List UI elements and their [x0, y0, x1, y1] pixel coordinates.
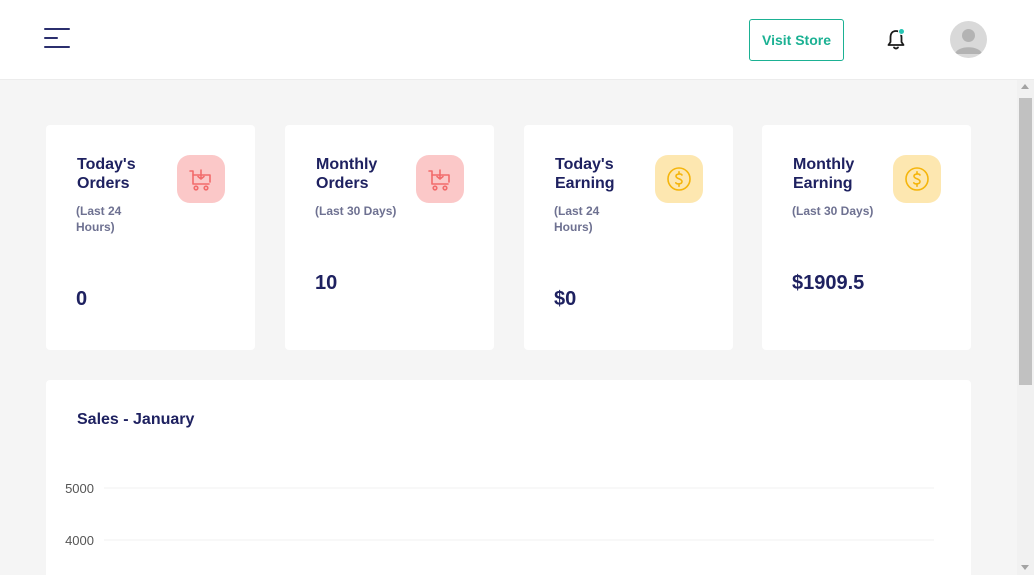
card-subtitle: (Last 30 Days) [315, 204, 397, 218]
card-subtitle: (Last 30 Days) [792, 204, 874, 218]
visit-store-button[interactable]: Visit Store [749, 19, 844, 61]
card-title: Today's Earning [555, 156, 615, 192]
card-subtitle: (Last 24 Hours) [554, 204, 600, 234]
dollar-coin-icon [655, 155, 703, 203]
scroll-up-arrow-icon[interactable] [1021, 84, 1029, 89]
card-title: Today's Orders [77, 156, 136, 192]
top-navbar: Visit Store [0, 0, 1034, 80]
card-value: $1909.5 [792, 272, 865, 294]
bell-icon[interactable] [884, 28, 908, 52]
y-tick-label: 5000 [65, 481, 94, 496]
scroll-down-arrow-icon[interactable] [1021, 565, 1029, 570]
sales-chart-card: Sales - January 5000 4000 [46, 380, 971, 575]
card-subtitle: (Last 24 Hours) [76, 204, 122, 234]
vertical-scrollbar[interactable] [1017, 80, 1034, 575]
card-title: Monthly Earning [793, 156, 855, 192]
stat-card-monthly-earning: Monthly Earning (Last 30 Days) $1909.5 [762, 125, 971, 350]
scrollbar-thumb[interactable] [1019, 98, 1032, 385]
cart-download-icon [177, 155, 225, 203]
card-title: Monthly Orders [316, 156, 378, 192]
stat-card-todays-earning: Today's Earning (Last 24 Hours) $0 [524, 125, 733, 350]
sales-chart: 5000 4000 [65, 481, 934, 548]
notification-dot [898, 28, 905, 35]
dollar-coin-icon [893, 155, 941, 203]
card-value: 10 [315, 272, 338, 294]
stat-card-todays-orders: Today's Orders (Last 24 Hours) 0 [46, 125, 255, 350]
stat-card-monthly-orders: Monthly Orders (Last 30 Days) 10 [285, 125, 494, 350]
user-avatar-icon[interactable] [950, 21, 987, 58]
card-value: 0 [76, 288, 88, 310]
y-tick-label: 4000 [65, 533, 94, 548]
card-value: $0 [554, 288, 577, 310]
hamburger-menu-icon[interactable] [44, 28, 72, 50]
cart-download-icon [416, 155, 464, 203]
